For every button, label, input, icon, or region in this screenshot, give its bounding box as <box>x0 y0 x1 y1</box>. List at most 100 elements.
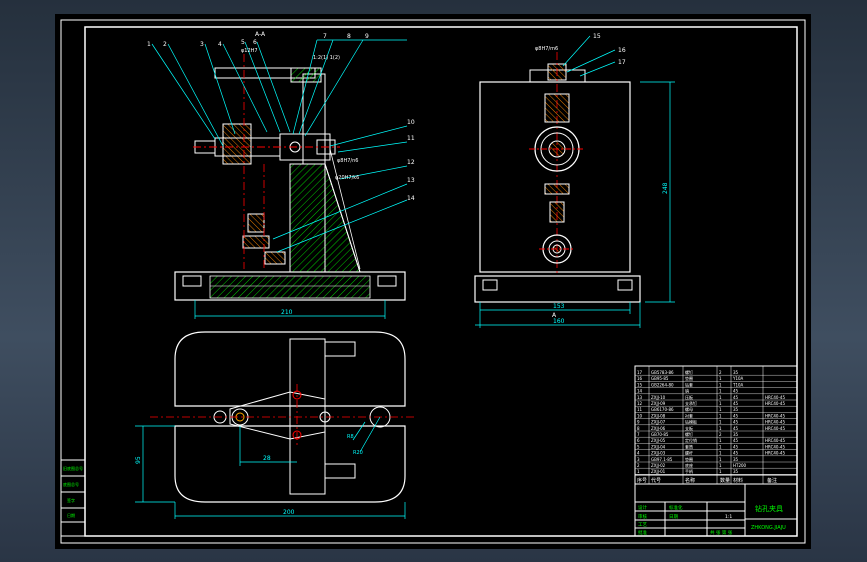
parts-cell: ZXJJ-04 <box>651 444 666 449</box>
drawing-name: 钻孔夹具 <box>755 504 783 513</box>
parts-cell: 4 <box>637 451 640 456</box>
parts-cell: GB97.1-85 <box>651 457 673 462</box>
side-table-label-3: 签字 <box>67 497 75 503</box>
parts-cell: HRC40-45 <box>765 395 785 400</box>
callout-6: 6 <box>253 39 257 46</box>
title-cell-design: 设计 <box>638 504 647 511</box>
parts-cell: ZXJJ-10 <box>651 395 666 400</box>
parts-cell: 7 <box>637 432 640 437</box>
parts-cell: 6 <box>637 438 640 443</box>
callout-11: 11 <box>407 135 415 142</box>
parts-cell: 35 <box>733 469 739 474</box>
top-offset-dim-text: 28 <box>263 455 271 462</box>
callout-12: 12 <box>407 159 415 166</box>
callout-10: 10 <box>407 119 415 126</box>
parts-cell: ZXJJ-06 <box>651 426 666 431</box>
parts-cell: GB6170-86 <box>651 407 674 412</box>
section-label: A-A <box>255 31 266 38</box>
parts-cell: 5 <box>637 444 640 449</box>
parts-cell: 1 <box>719 382 722 387</box>
drawing-sheet: 1 2 3 4 5 6 7 8 9 10 11 12 13 14 A-A 1:2… <box>55 14 811 549</box>
parts-cell: 45 <box>733 420 739 425</box>
parts-cell: 钻模板 <box>685 419 697 425</box>
parts-cell: 螺钉 <box>685 431 693 437</box>
parts-cell: 9 <box>637 420 640 425</box>
header-code: 代号 <box>651 477 661 484</box>
callout-3: 3 <box>200 41 204 48</box>
callout-15: 15 <box>593 33 601 40</box>
parts-cell: HRC40-45 <box>765 401 785 406</box>
parts-cell: HRC40-45 <box>765 451 785 456</box>
title-cell-date: 日期 <box>669 514 678 520</box>
parts-cell: T10A <box>732 382 744 387</box>
parts-cell: 35 <box>733 457 739 462</box>
side-table-label-2: 底图总号 <box>63 481 79 487</box>
parts-list-rows: 17 GB5783-86 螺钉 2 3516 GB95-85 垫圈 1 Y10A15 GB2264… <box>635 366 797 484</box>
title-sheet: 共 张 第 张 <box>710 529 733 536</box>
parts-cell: HT200 <box>733 463 747 468</box>
parts-cell: 套筒 <box>685 443 693 449</box>
parts-cell: 1 <box>719 451 722 456</box>
side-height-dim-text: 248 <box>662 182 669 194</box>
parts-cell: 17 <box>637 370 643 375</box>
drawing-code: ZHKONG.JIAJU <box>751 525 786 531</box>
sheet-border <box>60 19 806 544</box>
parts-cell: 衬套 <box>685 412 693 418</box>
top-width-dim-text: 200 <box>283 509 295 516</box>
side-base <box>474 275 641 303</box>
parts-cell: 45 <box>733 401 739 406</box>
parts-cell: 45 <box>733 438 739 443</box>
parts-cell: 45 <box>733 389 739 394</box>
top-height-dim-text: 95 <box>135 456 142 464</box>
parts-cell: 手柄 <box>685 468 693 474</box>
callout-8: 8 <box>347 33 351 40</box>
left-side-table: 旧底图总号 底图总号 签字 日期 <box>60 459 86 537</box>
parts-cell: 1 <box>719 438 722 443</box>
parts-cell: 螺钉 <box>685 369 693 375</box>
header-no: 序号 <box>637 477 647 484</box>
parts-cell: 45 <box>733 395 739 400</box>
parts-cell: 2 <box>637 463 640 468</box>
parts-cell: 11 <box>637 407 643 412</box>
callout-7: 7 <box>323 33 327 40</box>
side-outer-dim-text: 160 <box>553 318 565 325</box>
parts-list: 17 GB5783-86 螺钉 2 3516 GB95-85 垫圈 1 Y10A15 GB2264… <box>634 365 798 485</box>
parts-cell: 1 <box>719 407 722 412</box>
title-cell-approve: 批准 <box>638 529 647 536</box>
parts-cell: ZXJJ-03 <box>651 451 666 456</box>
title-cell-review: 审核 <box>638 513 647 520</box>
parts-cell: 1 <box>719 413 722 418</box>
parts-cell: 螺杆 <box>685 450 693 456</box>
parts-cell: 45 <box>733 451 739 456</box>
top-clamp-arm <box>229 391 326 440</box>
front-note: 1:2(1) 1(2) <box>313 55 340 61</box>
front-callout-numbers: 1 2 3 4 5 6 7 8 9 10 11 12 13 14 <box>147 33 415 202</box>
cad-viewport[interactable]: 1 2 3 4 5 6 7 8 9 10 11 12 13 14 A-A 1:2… <box>0 0 867 562</box>
callout-16: 16 <box>618 47 626 54</box>
callout-14: 14 <box>407 195 415 202</box>
header-name: 名称 <box>685 477 695 484</box>
callout-17: 17 <box>618 59 626 66</box>
parts-cell: 45 <box>733 444 739 449</box>
side-callout-numbers: 15 16 17 <box>593 33 626 66</box>
header-material: 材料 <box>733 477 743 484</box>
side-table-label-4: 日期 <box>67 512 75 518</box>
parts-cell: 12 <box>637 401 643 406</box>
side-view: 15 16 17 φ8H7/m6 248 153 A 160 <box>474 33 675 328</box>
parts-list-header: 序号 代号 名称 数量 材料 备注 <box>634 474 798 485</box>
parts-cell: 1 <box>719 469 722 474</box>
assembly-drawing: 1 2 3 4 5 6 7 8 9 10 11 12 13 14 A-A 1:2… <box>60 19 806 544</box>
parts-cell: 2 <box>719 432 722 437</box>
parts-cell: 螺母 <box>685 406 693 412</box>
header-note: 备注 <box>767 477 777 484</box>
parts-cell: 14 <box>637 389 643 394</box>
parts-cell: 1 <box>637 469 640 474</box>
parts-cell: 1 <box>719 426 722 431</box>
callout-13: 13 <box>407 177 415 184</box>
parts-cell: 15 <box>637 382 643 387</box>
parts-cell: GB2264-80 <box>651 382 674 387</box>
parts-cell: 支承钉 <box>685 400 697 406</box>
parts-cell: 钻套 <box>685 381 693 387</box>
title-cell-standard: 标准化 <box>669 504 683 511</box>
title-block: 设计 审核 工艺 批准 标准化 日期 1:1 共 张 第 张 钻孔夹具 ZHKO… <box>634 483 798 537</box>
